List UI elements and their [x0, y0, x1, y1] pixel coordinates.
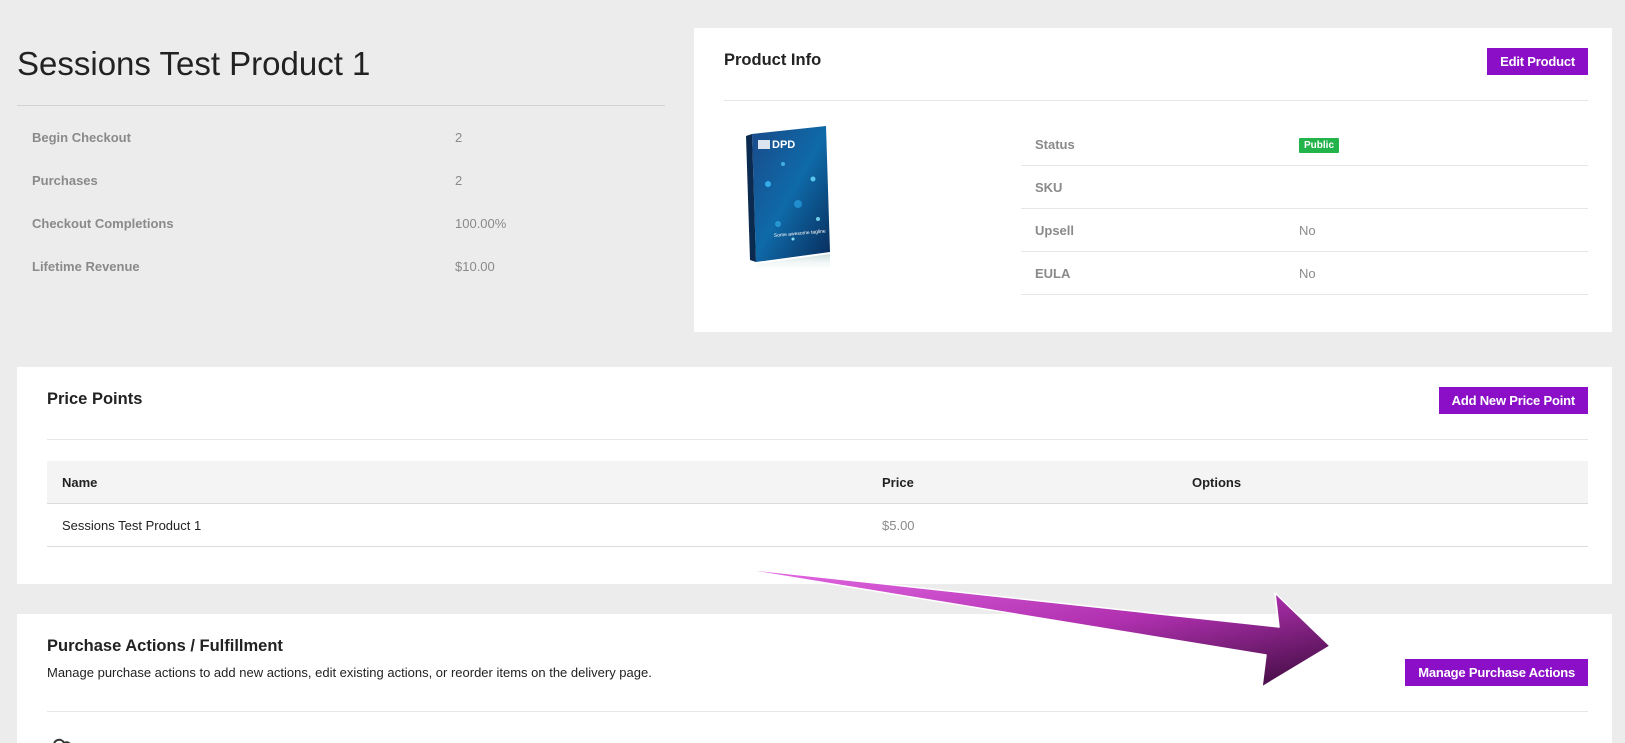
product-info-table: Status Public SKU Upsell No EULA No [1021, 123, 1588, 295]
product-image: DPD Some awesome tagline [746, 126, 830, 272]
status-badge: Public [1299, 137, 1340, 153]
info-label: SKU [1035, 179, 1063, 195]
manage-purchase-actions-button[interactable]: Manage Purchase Actions [1405, 659, 1588, 686]
product-summary: Sessions Test Product 1 Begin Checkout 2… [17, 28, 665, 288]
stats-list: Begin Checkout 2 Purchases 2 Checkout Co… [17, 116, 665, 288]
price-point-price: $5.00 [882, 517, 915, 533]
table-header: Name Price Options [47, 461, 1588, 504]
stat-label: Checkout Completions [32, 216, 174, 231]
purchase-actions-description: Manage purchase actions to add new actio… [47, 665, 652, 680]
cloud-icon [53, 738, 71, 743]
stat-row-purchases: Purchases 2 [17, 159, 665, 202]
info-label: Status [1035, 136, 1075, 152]
stat-value: $10.00 [455, 259, 495, 274]
page-title: Sessions Test Product 1 [17, 28, 665, 106]
price-point-name: Sessions Test Product 1 [62, 517, 202, 533]
stat-value: 2 [455, 173, 463, 188]
info-value: No [1299, 222, 1316, 238]
column-header-options: Options [1192, 474, 1242, 490]
info-value: No [1299, 265, 1316, 281]
info-row-eula: EULA No [1021, 252, 1588, 295]
stat-value: 2 [455, 130, 463, 145]
purchase-actions-title: Purchase Actions / Fulfillment [47, 637, 283, 655]
product-info-title: Product Info [724, 51, 822, 69]
info-row-sku: SKU [1021, 166, 1588, 209]
stat-label: Lifetime Revenue [32, 259, 140, 274]
divider [724, 100, 1588, 101]
divider [47, 711, 1588, 712]
price-points-card: Price Points Add New Price Point Name Pr… [17, 367, 1612, 584]
table-row: Sessions Test Product 1 $5.00 [47, 504, 1588, 547]
stat-row-checkout-completions: Checkout Completions 100.00% [17, 202, 665, 245]
product-info-card: Product Info Edit Product DPD Some aweso… [694, 28, 1612, 332]
info-row-upsell: Upsell No [1021, 209, 1588, 252]
stat-value: 100.00% [455, 216, 507, 231]
divider [47, 439, 1588, 440]
stat-row-begin-checkout: Begin Checkout 2 [17, 116, 665, 159]
column-header-name: Name [62, 474, 98, 490]
price-points-table: Name Price Options Sessions Test Product… [47, 461, 1588, 547]
price-points-title: Price Points [47, 390, 143, 408]
purchase-actions-card: Purchase Actions / Fulfillment Manage pu… [17, 614, 1612, 743]
add-price-point-button[interactable]: Add New Price Point [1438, 387, 1588, 414]
edit-product-button[interactable]: Edit Product [1487, 48, 1588, 75]
stat-label: Purchases [32, 173, 98, 188]
stat-label: Begin Checkout [32, 130, 131, 145]
cover-brand: DPD [772, 139, 795, 151]
info-label: EULA [1035, 265, 1071, 281]
info-value: Public [1299, 136, 1340, 153]
column-header-price: Price [882, 474, 914, 490]
info-row-status: Status Public [1021, 123, 1588, 166]
stat-row-lifetime-revenue: Lifetime Revenue $10.00 [17, 245, 665, 288]
info-label: Upsell [1035, 222, 1075, 238]
